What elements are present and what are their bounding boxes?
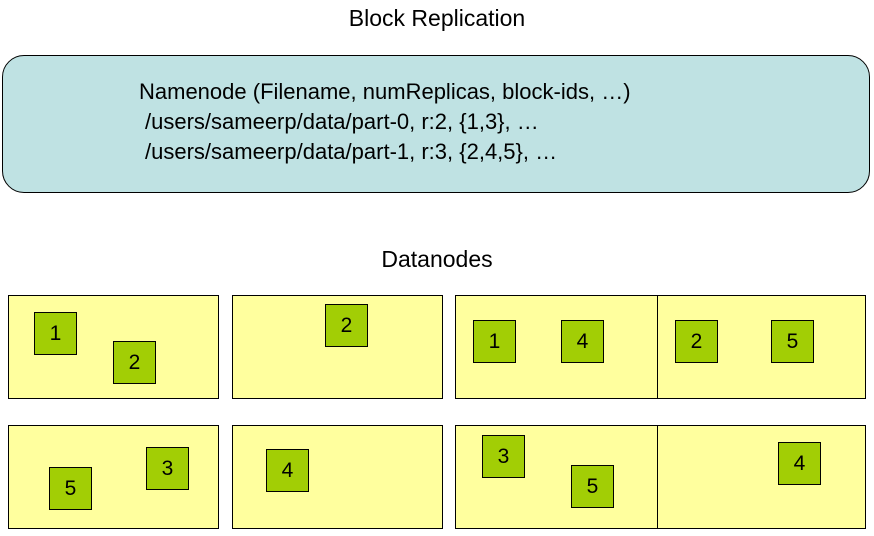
block-replica: 5 <box>771 320 814 363</box>
block-replica: 3 <box>482 435 525 478</box>
block-replica: 1 <box>34 312 77 355</box>
datanode-6: 4 <box>232 425 443 529</box>
block-replica: 3 <box>146 447 189 490</box>
datanode-8: 4 <box>657 425 866 529</box>
block-replica: 5 <box>49 467 92 510</box>
datanode-4: 25 <box>657 295 866 399</box>
block-replication-diagram: Block Replication Namenode (Filename, nu… <box>0 0 874 536</box>
datanode-2: 2 <box>232 295 443 399</box>
datanode-5: 53 <box>8 425 219 529</box>
block-replica: 2 <box>675 320 718 363</box>
block-replica: 1 <box>473 320 516 363</box>
datanode-3: 14 <box>455 295 666 399</box>
block-replica: 4 <box>561 320 604 363</box>
block-replica: 2 <box>325 304 368 347</box>
block-replica: 4 <box>778 442 821 485</box>
namenode-header-line: Namenode (Filename, numReplicas, block-i… <box>139 79 631 104</box>
namenode-file-line-1: /users/sameerp/data/part-0, r:2, {1,3}, … <box>145 109 539 134</box>
datanodes-label: Datanodes <box>381 246 493 272</box>
namenode-file-line-2: /users/sameerp/data/part-1, r:3, {2,4,5}… <box>145 139 558 164</box>
namenode-metadata-text: Namenode (Filename, numReplicas, block-i… <box>139 77 631 167</box>
block-replica: 5 <box>571 465 614 508</box>
datanode-1: 12 <box>8 295 219 399</box>
block-replica: 4 <box>266 449 309 492</box>
namenode-panel: Namenode (Filename, numReplicas, block-i… <box>2 55 870 193</box>
block-replica: 2 <box>113 341 156 384</box>
datanode-7: 35 <box>455 425 666 529</box>
diagram-title: Block Replication <box>348 5 526 31</box>
